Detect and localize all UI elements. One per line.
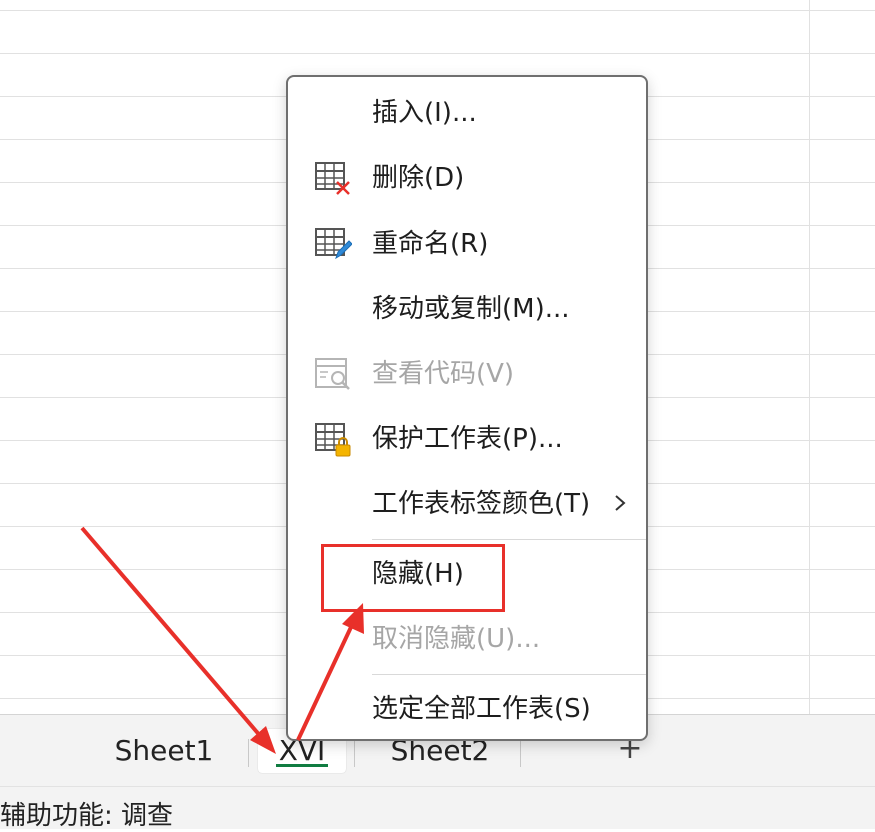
menu-item-insert[interactable]: 插入(I)... bbox=[288, 85, 646, 141]
active-tab-indicator bbox=[276, 764, 328, 767]
sheet-context-menu: 插入(I)... 删除(D) 重命名(R) 移动或复制(M)... 查看代码(V… bbox=[286, 75, 648, 741]
tab-separator bbox=[520, 739, 521, 767]
grid-line bbox=[809, 0, 810, 714]
tab-separator bbox=[354, 739, 355, 767]
menu-item-tab-color[interactable]: 工作表标签颜色(T) bbox=[288, 476, 646, 532]
menu-item-view-code: 查看代码(V) bbox=[288, 346, 646, 402]
grid-line bbox=[0, 10, 875, 11]
menu-item-select-all-sheets[interactable]: 选定全部工作表(S) bbox=[288, 681, 646, 737]
menu-item-label: 删除(D) bbox=[372, 163, 465, 193]
rename-sheet-icon bbox=[314, 226, 353, 262]
menu-item-unhide: 取消隐藏(U)... bbox=[288, 611, 646, 667]
sheet-tab-sheet1[interactable]: Sheet1 bbox=[96, 729, 232, 773]
menu-item-label: 保护工作表(P)... bbox=[372, 424, 563, 454]
menu-item-label: 查看代码(V) bbox=[372, 359, 515, 389]
protect-sheet-icon bbox=[314, 421, 352, 457]
accessibility-status[interactable]: 辅助功能: 调查 bbox=[0, 795, 173, 832]
menu-item-delete[interactable]: 删除(D) bbox=[288, 150, 646, 206]
tab-separator bbox=[248, 739, 249, 767]
menu-item-label: 选定全部工作表(S) bbox=[372, 694, 591, 724]
menu-item-label: 工作表标签颜色(T) bbox=[372, 489, 591, 519]
grid-line bbox=[0, 53, 875, 54]
annotation-highlight-box bbox=[321, 544, 505, 612]
menu-item-move-copy[interactable]: 移动或复制(M)... bbox=[288, 281, 646, 337]
menu-separator bbox=[372, 539, 646, 540]
delete-sheet-icon bbox=[314, 160, 352, 196]
chevron-right-icon bbox=[612, 488, 628, 518]
menu-item-label: 插入(I)... bbox=[372, 98, 477, 128]
menu-item-label: 取消隐藏(U)... bbox=[372, 624, 541, 654]
menu-item-label: 移动或复制(M)... bbox=[372, 294, 570, 324]
view-code-icon bbox=[314, 356, 352, 392]
status-bar: 辅助功能: 调查 bbox=[0, 786, 875, 832]
menu-item-protect-sheet[interactable]: 保护工作表(P)... bbox=[288, 411, 646, 467]
menu-separator bbox=[372, 674, 646, 675]
menu-item-rename[interactable]: 重命名(R) bbox=[288, 216, 646, 272]
menu-item-label: 重命名(R) bbox=[372, 229, 489, 259]
